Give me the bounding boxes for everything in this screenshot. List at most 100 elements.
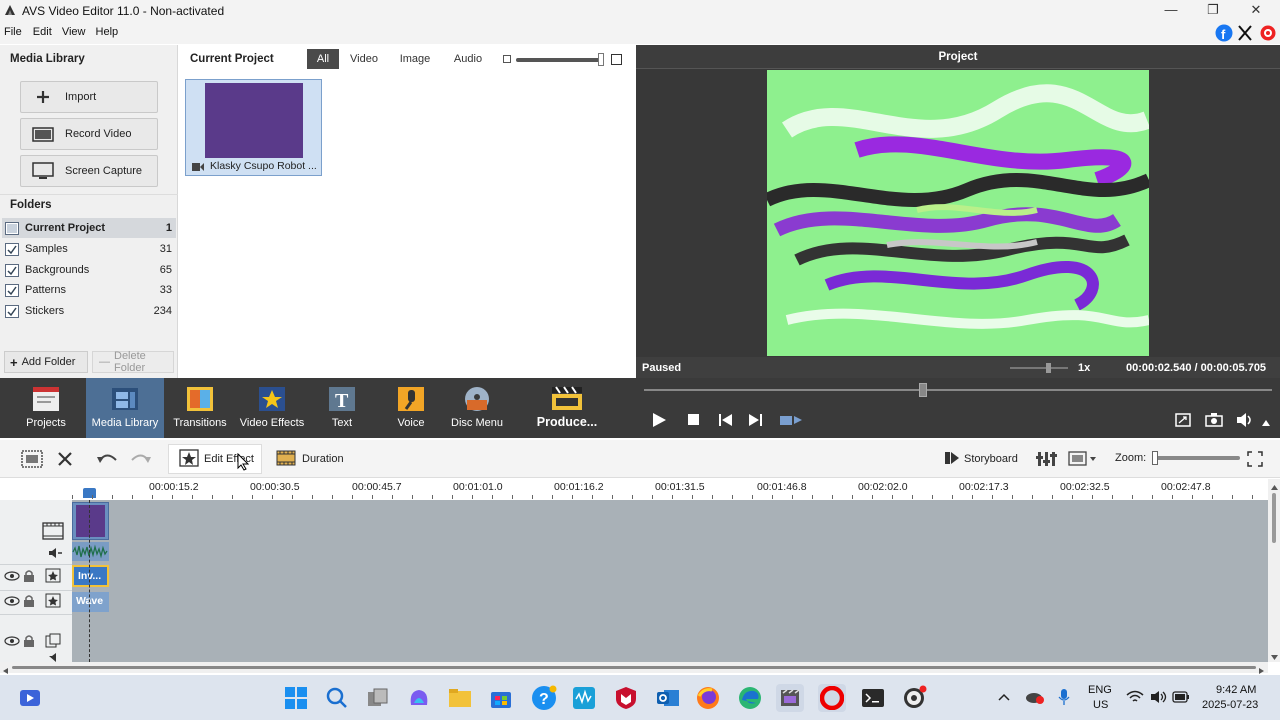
restore-button[interactable]: ❐ [1193, 0, 1233, 22]
video-clip[interactable] [72, 502, 109, 540]
import-button[interactable]: Import [20, 81, 158, 113]
mcafee-icon[interactable] [612, 684, 640, 712]
storyboard-select-icon[interactable] [21, 450, 43, 471]
delete-folder-button[interactable]: — Delete Folder [92, 350, 174, 374]
file-explorer-icon[interactable] [446, 684, 474, 712]
wifi-icon[interactable] [1126, 690, 1144, 707]
task-view-icon[interactable] [364, 684, 392, 712]
visibility-eye-icon[interactable] [4, 596, 20, 609]
audio-app-icon[interactable] [570, 684, 598, 712]
obs-icon[interactable] [900, 684, 928, 712]
toolbar-projects[interactable]: Projects [6, 378, 86, 438]
folder-patterns[interactable]: Patterns 33 [2, 280, 176, 300]
scroll-thumb-h[interactable] [12, 666, 1256, 669]
close-button[interactable]: ✕ [1236, 0, 1276, 22]
clock-date[interactable]: 2025-07-23 [1202, 699, 1258, 711]
scroll-up-icon[interactable] [1271, 481, 1278, 493]
facebook-icon[interactable]: f [1215, 24, 1233, 42]
language-code[interactable]: ENG [1088, 684, 1112, 696]
folder-samples[interactable]: Samples 31 [2, 239, 176, 259]
show-hidden-icons[interactable] [998, 692, 1010, 704]
next-frame-button[interactable] [749, 414, 763, 429]
menu-view[interactable]: View [59, 22, 89, 38]
visibility-eye-icon[interactable] [4, 571, 20, 584]
speed-slider-thumb[interactable] [1046, 363, 1051, 373]
redo-icon[interactable] [130, 451, 152, 468]
youtube-icon[interactable] [1258, 25, 1278, 41]
volume-dropdown-icon[interactable] [1262, 417, 1270, 429]
visibility-eye-icon[interactable] [4, 636, 20, 649]
folder-backgrounds[interactable]: Backgrounds 65 [2, 260, 176, 280]
opera-icon[interactable] [818, 684, 846, 712]
store-icon[interactable] [487, 684, 515, 712]
scroll-down-icon[interactable] [1271, 651, 1278, 663]
folder-stickers[interactable]: Stickers 234 [2, 301, 176, 321]
toolbar-transitions[interactable]: Transitions [166, 378, 234, 438]
stop-button[interactable] [688, 414, 700, 429]
camera-snapshot-icon[interactable] [1205, 413, 1223, 430]
speed-slider[interactable] [1010, 363, 1068, 373]
lock-icon[interactable] [23, 569, 35, 585]
toolbar-voice[interactable]: Voice [380, 378, 442, 438]
menu-edit[interactable]: Edit [30, 22, 55, 38]
zoom-slider[interactable] [1152, 451, 1240, 465]
thumbnail-size-slider[interactable] [516, 53, 604, 66]
duration-button[interactable]: Duration [272, 444, 352, 474]
zoom-slider-thumb[interactable] [1152, 451, 1158, 465]
storyboard-button[interactable]: Storyboard [942, 444, 1028, 474]
timeline-ruler[interactable]: 00:00:15.2 00:00:30.5 00:00:45.7 00:01:0… [0, 479, 1268, 500]
menu-help[interactable]: Help [93, 22, 122, 38]
add-folder-button[interactable]: + Add Folder [4, 351, 88, 373]
outlook-icon[interactable] [654, 684, 682, 712]
firefox-icon[interactable] [694, 684, 722, 712]
widgets-icon[interactable] [16, 684, 44, 712]
previous-frame-button[interactable] [719, 414, 733, 429]
start-icon[interactable] [282, 684, 310, 712]
terminal-icon[interactable] [859, 684, 887, 712]
toolbar-disc-menu[interactable]: Disc Menu [446, 378, 508, 438]
mute-audio-icon[interactable] [49, 547, 63, 562]
effect-clip-wave[interactable]: Wave [72, 592, 109, 612]
tab-all[interactable]: All [307, 49, 339, 69]
fullscreen-icon[interactable] [1175, 413, 1191, 430]
lock-icon[interactable] [23, 594, 35, 610]
minimize-button[interactable]: — [1151, 0, 1191, 22]
x-twitter-icon[interactable] [1237, 24, 1253, 42]
microphone-tray-icon[interactable] [1058, 688, 1070, 709]
onedrive-status-icon[interactable] [1025, 690, 1045, 707]
fit-timeline-icon[interactable] [1247, 451, 1263, 470]
media-clip-item[interactable]: Klasky Csupo Robot ... [185, 79, 322, 176]
effect-clip-invert[interactable]: Inv... [72, 565, 109, 587]
speaker-icon[interactable] [1150, 690, 1168, 707]
undo-icon[interactable] [96, 451, 118, 468]
tab-audio[interactable]: Audio [445, 49, 491, 69]
scroll-thumb[interactable] [1272, 493, 1276, 543]
toolbar-produce[interactable]: Produce... [530, 378, 604, 438]
toolbar-video-effects[interactable]: Video Effects [236, 378, 308, 438]
delete-icon[interactable] [57, 451, 73, 470]
slider-thumb[interactable] [598, 53, 604, 66]
lock-icon[interactable] [23, 634, 35, 650]
menu-file[interactable]: File [1, 22, 25, 38]
edge-icon[interactable] [736, 684, 764, 712]
volume-icon[interactable] [1236, 412, 1254, 431]
display-mode-icon[interactable] [1068, 451, 1098, 470]
snapshot-split-button[interactable] [780, 414, 802, 429]
battery-icon[interactable] [1172, 691, 1190, 706]
search-icon[interactable] [323, 684, 351, 712]
toolbar-media-library[interactable]: Media Library [86, 378, 164, 438]
tab-video[interactable]: Video [343, 49, 385, 69]
record-video-button[interactable]: Record Video [20, 118, 158, 150]
tab-image[interactable]: Image [393, 49, 437, 69]
folder-current-project[interactable]: Current Project 1 [2, 218, 176, 238]
avs-taskbar-icon[interactable] [776, 684, 804, 712]
screen-capture-button[interactable]: Screen Capture [20, 155, 158, 187]
audio-mixer-icon[interactable] [1036, 450, 1060, 471]
vertical-scrollbar[interactable] [1268, 479, 1280, 662]
audio-clip[interactable] [72, 542, 109, 561]
horizontal-scrollbar[interactable] [0, 662, 1268, 674]
play-button[interactable] [652, 412, 666, 431]
seek-handle[interactable] [919, 383, 927, 397]
clock-time[interactable]: 9:42 AM [1216, 684, 1256, 696]
region-code[interactable]: US [1093, 699, 1108, 711]
